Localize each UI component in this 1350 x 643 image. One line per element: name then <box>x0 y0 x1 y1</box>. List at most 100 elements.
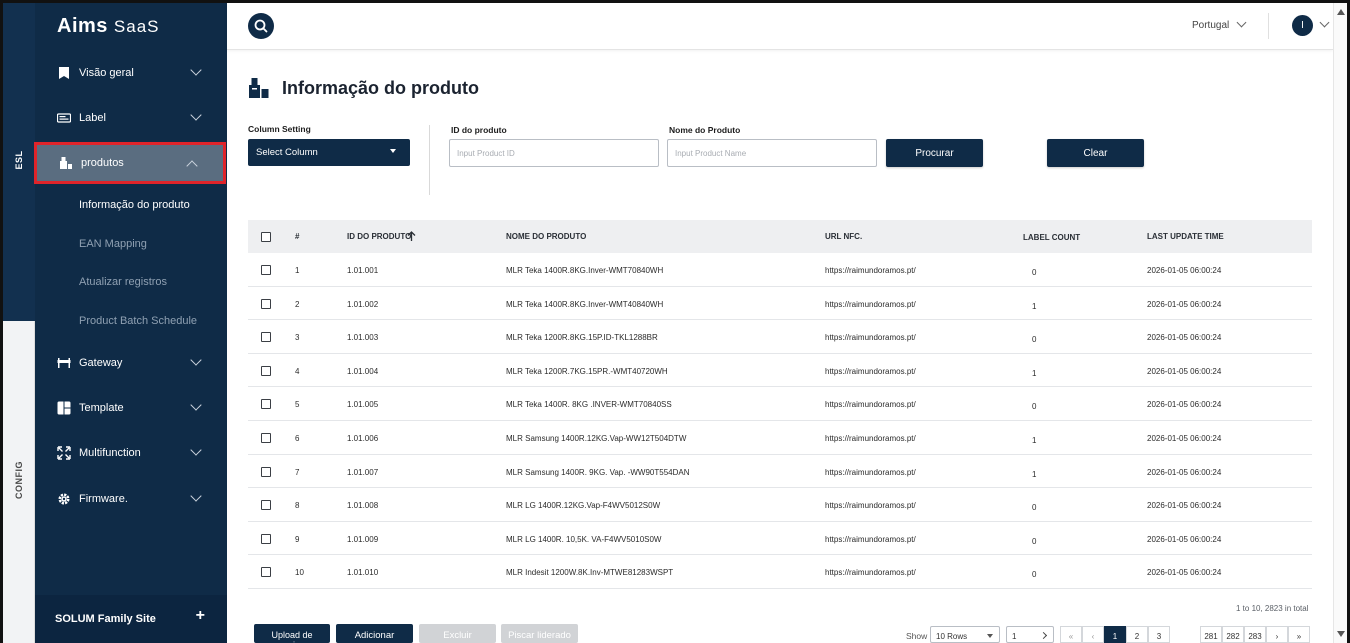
cell-index: 10 <box>295 568 304 578</box>
cell-index: 7 <box>295 467 300 477</box>
sidebar-item-overview[interactable]: Visão geral <box>35 53 227 93</box>
sidebar-item-firmware[interactable]: Firmware. <box>35 479 227 519</box>
page-jump-input[interactable]: 1 <box>1006 626 1054 643</box>
submenu-item-update-records[interactable]: Atualizar registros <box>79 276 167 288</box>
add-button[interactable]: Adicionar <box>336 624 413 643</box>
col-header-product-id[interactable]: ID DO PRODUTO <box>347 232 411 241</box>
chevron-down-icon <box>190 444 202 456</box>
select-all-checkbox[interactable] <box>261 232 271 242</box>
filter-divider <box>429 125 430 195</box>
brand-suffix: SaaS <box>113 17 160 36</box>
cell-index: 5 <box>295 400 300 410</box>
rows-per-page-select[interactable]: 10 Rows <box>930 626 1000 643</box>
clear-button[interactable]: Clear <box>1047 139 1144 167</box>
table-row[interactable]: 3 1.01.003 MLR Teka 1200R.8KG.15P.ID-TKL12… <box>248 320 1312 354</box>
scroll-down-arrow-icon[interactable] <box>1337 631 1345 637</box>
cell-url: https://raimundoramos.pt/ <box>825 501 916 511</box>
gateway-icon <box>57 358 71 368</box>
row-checkbox[interactable] <box>261 533 271 544</box>
plus-icon[interactable]: + <box>196 607 205 625</box>
chevron-down-icon[interactable] <box>1319 17 1330 28</box>
rail-tab-config[interactable]: CONFIG <box>3 321 35 643</box>
caret-down-icon <box>987 634 993 638</box>
row-checkbox[interactable] <box>261 265 271 275</box>
table-row[interactable]: 5 1.01.005 MLR Teka 1400R. 8KG .INVER-WMT7… <box>248 387 1312 421</box>
select-column-dropdown[interactable]: Select Column <box>248 139 410 166</box>
search-submit-button[interactable]: Procurar <box>886 139 983 167</box>
table-row[interactable]: 8 1.01.008 MLR LG 1400R.12KG.Vap-F4WV5012S… <box>248 488 1312 522</box>
table-row[interactable]: 10 1.01.010 MLR Indesit 1200W.8K.Inv-MTWE8… <box>248 555 1312 589</box>
sidebar-item-multifunction[interactable]: Multifunction <box>35 433 227 473</box>
col-header-product-name[interactable]: NOME DO PRODUTO <box>506 232 586 241</box>
last-page-button[interactable]: » <box>1288 626 1310 643</box>
row-checkbox[interactable] <box>261 433 271 443</box>
rail-tab-esl[interactable]: ESL <box>3 3 35 321</box>
delete-button[interactable]: Excluir <box>419 624 496 643</box>
product-name-input[interactable] <box>667 139 877 167</box>
table-row[interactable]: 2 1.01.002 MLR Teka 1400R.8KG.Inver-WMT408… <box>248 287 1312 321</box>
row-checkbox[interactable] <box>261 365 271 376</box>
blink-led-button[interactable]: Piscar liderado <box>501 624 578 643</box>
cell-product-id: 1.01.004 <box>347 366 379 376</box>
sidebar-item-label[interactable]: Label <box>35 98 227 138</box>
row-checkbox[interactable] <box>261 332 271 343</box>
submenu-item-ean-mapping[interactable]: EAN Mapping <box>79 238 147 250</box>
sidebar-item-gateway[interactable]: Gateway <box>35 343 227 383</box>
submenu-item-product-info[interactable]: Informação do produto <box>79 199 190 211</box>
family-site-link[interactable]: SOLUM Family Site + <box>35 595 227 643</box>
page-button[interactable]: 283 <box>1244 626 1266 643</box>
row-checkbox[interactable] <box>261 567 271 578</box>
sort-ascending-arrow-icon[interactable] <box>407 231 416 242</box>
chevron-down-icon <box>190 490 202 502</box>
total-count: 1 to 10, 2823 in total <box>1236 604 1309 613</box>
col-header-last-update[interactable]: LAST UPDATE TIME <box>1147 232 1224 241</box>
submenu-item-batch-schedule[interactable]: Product Batch Schedule <box>79 315 197 327</box>
page-button[interactable]: 1 <box>1104 626 1126 643</box>
chevron-up-icon <box>186 160 198 172</box>
cell-index: 2 <box>295 299 300 309</box>
col-header-url[interactable]: URL NFC. <box>825 232 862 241</box>
next-page-button[interactable]: › <box>1266 626 1288 643</box>
row-checkbox[interactable] <box>261 298 271 309</box>
page-button[interactable]: 3 <box>1148 626 1170 643</box>
cell-label-count: 0 <box>1032 335 1037 345</box>
cell-label-count: 0 <box>1032 570 1037 580</box>
template-icon <box>57 401 71 415</box>
page-button[interactable]: 281 <box>1200 626 1222 643</box>
cell-product-name: MLR LG 1400R.12KG.Vap-F4WV5012S0W <box>506 501 661 511</box>
cell-product-id: 1.01.003 <box>347 333 379 343</box>
sidebar-item-template[interactable]: Template <box>35 388 227 428</box>
user-avatar[interactable]: I <box>1292 15 1313 36</box>
cell-url: https://raimundoramos.pt/ <box>825 333 916 343</box>
row-checkbox[interactable] <box>261 500 271 511</box>
prev-page-button[interactable]: ‹ <box>1082 626 1104 643</box>
table-row[interactable]: 4 1.01.004 MLR Teka 1200R.7KG.15PR.-WMT407… <box>248 354 1312 388</box>
table-row[interactable]: 1 1.01.001 MLR Teka 1400R.8KG.Inver-WMT708… <box>248 253 1312 287</box>
scroll-up-arrow-icon[interactable] <box>1337 9 1345 15</box>
module-rail: ESL CONFIG <box>3 3 35 643</box>
product-box-icon <box>249 78 269 98</box>
table-row[interactable]: 9 1.01.009 MLR LG 1400R. 10,5K. VA-F4WV501… <box>248 522 1312 556</box>
chevron-down-icon[interactable] <box>1236 17 1247 28</box>
table-row[interactable]: 7 1.01.007 MLR Samsung 1400R. 9KG. Vap. -W… <box>248 455 1312 489</box>
page-button[interactable]: 2 <box>1126 626 1148 643</box>
row-checkbox[interactable] <box>261 466 271 477</box>
search-button[interactable] <box>248 13 274 39</box>
row-checkbox[interactable] <box>261 399 271 410</box>
cell-url: https://raimundoramos.pt/ <box>825 434 916 443</box>
table-row[interactable]: 6 1.01.006 MLR Samsung 1400R.12KG.Vap-WW12… <box>248 421 1312 455</box>
cell-last-update: 2026-01-05 06:00:24 <box>1147 434 1222 443</box>
sidebar-item-products[interactable]: produtos <box>34 142 226 184</box>
family-site-label: SOLUM Family Site <box>55 613 156 625</box>
rail-config-label: CONFIG <box>14 461 24 499</box>
upload-files-button[interactable]: Upload de arquivos <box>254 624 330 643</box>
product-id-input[interactable] <box>449 139 659 167</box>
page-title: Informação do produto <box>282 78 479 98</box>
chevron-right-icon[interactable] <box>1039 631 1048 640</box>
page-button[interactable]: 282 <box>1222 626 1244 643</box>
cell-product-name: MLR Teka 1400R.8KG.Inver-WMT40840WH <box>506 299 664 309</box>
language-selector[interactable]: Portugal <box>1192 20 1229 31</box>
col-header-label-count[interactable]: LABEL COUNT <box>1023 233 1080 242</box>
first-page-button[interactable]: « <box>1060 626 1082 643</box>
page-scrollbar[interactable] <box>1333 3 1347 643</box>
